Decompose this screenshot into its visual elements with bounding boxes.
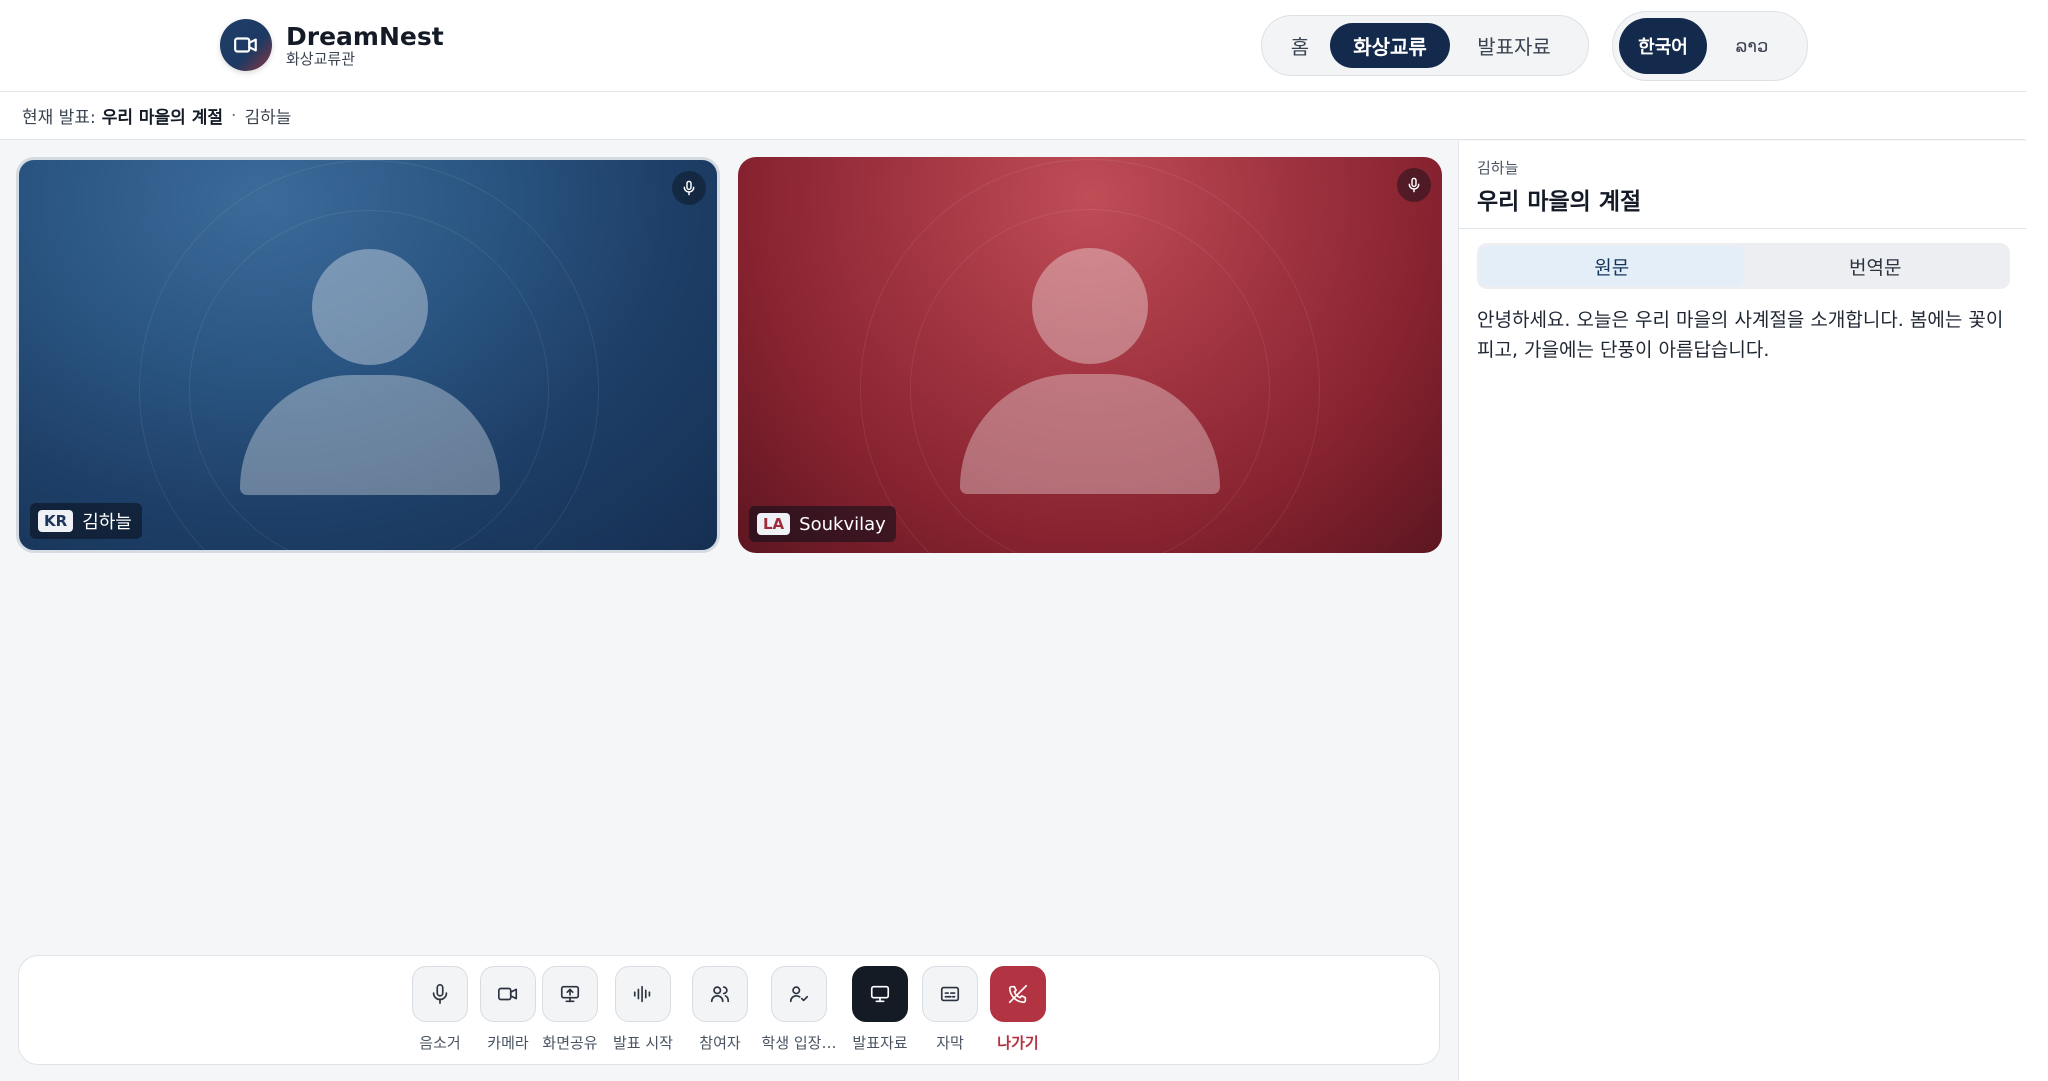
current-presentation-label: 현재 발표: (22, 108, 96, 128)
captions-label: 자막 (936, 1034, 964, 1052)
video-tile-kr[interactable]: KR 김하늘 (16, 157, 720, 553)
mute-control[interactable]: 음소거 (412, 966, 468, 1053)
transcript-text: 안녕하세요. 오늘은 우리 마을의 사계절을 소개합니다. 봄에는 꽃이 피고,… (1477, 309, 2004, 361)
user-check-icon[interactable] (771, 966, 827, 1022)
main-nav: 홈 화상교류 발표자료 (1261, 15, 1589, 76)
camera-icon[interactable] (480, 966, 536, 1022)
screen-share-control[interactable]: 화면공유 (542, 966, 598, 1053)
current-presentation-title: 우리 마을의 계절 (101, 108, 224, 128)
participant-name-tag: KR 김하늘 (30, 503, 142, 539)
video-camera-icon (220, 19, 272, 71)
participant-name: Soukvilay (799, 513, 886, 535)
call-controls-bar: 음소거 카메라 화면공유 발표 시작 참여자 학생 입장… 발표자료 자막 나가… (18, 955, 1440, 1065)
tab-translation[interactable]: 번역문 (1744, 246, 2008, 286)
nav-home[interactable]: 홈 (1270, 23, 1330, 68)
language-switcher: 한국어 ລາວ (1612, 11, 1808, 81)
captions-icon[interactable] (922, 966, 978, 1022)
leave-label: 나가기 (997, 1034, 1039, 1052)
mute-label: 음소거 (419, 1034, 461, 1052)
country-code-badge: LA (757, 513, 791, 535)
leave-control[interactable]: 나가기 (990, 966, 1046, 1053)
country-code-badge: KR (38, 510, 74, 532)
nav-video-exchange[interactable]: 화상교류 (1330, 23, 1450, 68)
slides-label: 발표자료 (852, 1034, 908, 1052)
slides-control[interactable]: 발표자료 (852, 966, 908, 1053)
panel-header: 김하늘 우리 마을의 계절 (1459, 141, 2026, 229)
participants-control[interactable]: 참여자 (692, 966, 748, 1053)
transcript-panel: 김하늘 우리 마을의 계절 원문 번역문 안녕하세요. 오늘은 우리 마을의 사… (1458, 141, 2026, 1081)
current-presenter: 김하늘 (244, 108, 292, 128)
presentation-screen-icon[interactable] (852, 966, 908, 1022)
participant-name: 김하늘 (82, 512, 132, 533)
video-tile-la[interactable]: LA Soukvilay (738, 157, 1442, 553)
audio-waveform-icon[interactable] (614, 966, 671, 1022)
captions-control[interactable]: 자막 (922, 966, 978, 1053)
start-presentation-label: 발표 시작 (613, 1034, 673, 1052)
camera-label: 카메라 (487, 1034, 529, 1052)
transcript-tabs: 원문 번역문 (1477, 243, 2010, 289)
camera-control[interactable]: 카메라 (480, 966, 536, 1053)
separator: · (231, 105, 237, 126)
top-header: DreamNest 화상교류관 홈 화상교류 발표자료 한국어 ລາວ (0, 0, 2026, 92)
avatar-head (312, 249, 428, 365)
current-presentation-bar: 현재 발표: 우리 마을의 계절 · 김하늘 (0, 92, 2026, 140)
microphone-icon[interactable] (412, 966, 468, 1022)
screen-share-icon[interactable] (542, 966, 598, 1022)
brand-name: DreamNest (286, 22, 444, 51)
panel-presenter-name: 김하늘 (1477, 159, 1519, 177)
panel-presentation-title: 우리 마을의 계절 (1477, 189, 1642, 215)
video-stage: KR 김하늘 LA Soukvilay 음소거 카메라 화면공유 발표 시작 참… (0, 141, 1458, 1081)
tab-original[interactable]: 원문 (1480, 246, 1744, 286)
lang-lao[interactable]: ລາວ (1707, 18, 1797, 74)
phone-off-icon[interactable] (990, 966, 1046, 1022)
brand[interactable]: DreamNest 화상교류관 (220, 19, 444, 71)
mic-icon (672, 171, 706, 205)
start-presentation-control[interactable]: 발표 시작 (613, 966, 673, 1053)
mic-icon (1397, 168, 1431, 202)
student-admission-label: 학생 입장… (761, 1034, 837, 1052)
lang-korean[interactable]: 한국어 (1619, 18, 1707, 74)
screen-share-label: 화면공유 (542, 1034, 598, 1052)
participant-name-tag: LA Soukvilay (749, 506, 896, 542)
participants-label: 참여자 (699, 1034, 741, 1052)
avatar-head (1032, 248, 1148, 364)
brand-subtitle: 화상교류관 (286, 50, 356, 68)
nav-presentation-docs[interactable]: 발표자료 (1450, 23, 1578, 68)
student-admission-control[interactable]: 학생 입장… (761, 966, 837, 1053)
window-edge (2026, 0, 2048, 1081)
users-icon[interactable] (692, 966, 748, 1022)
